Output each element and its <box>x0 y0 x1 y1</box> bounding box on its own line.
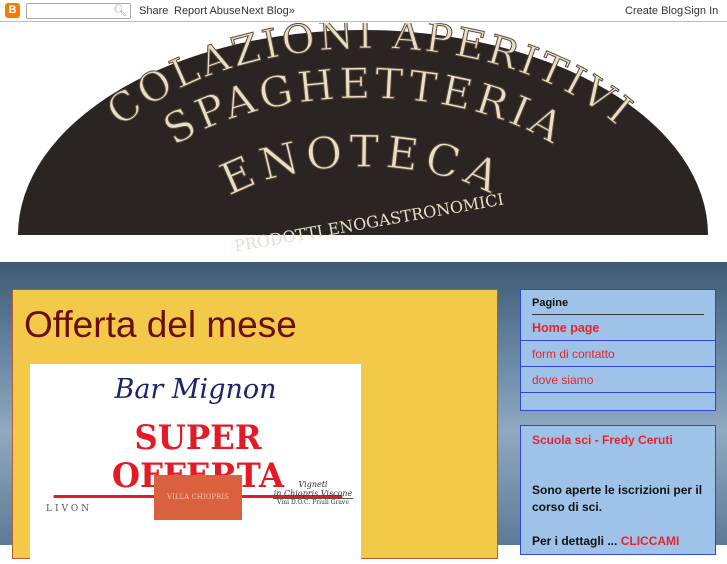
villa-chiopris-logo: VILLA CHIOPRIS <box>154 475 242 520</box>
search-icon[interactable]: 🔍︎ <box>113 4 127 17</box>
blogger-logo-icon[interactable]: B <box>5 3 20 18</box>
next-blog-link[interactable]: Next Blog» <box>241 5 295 17</box>
pages-widget: Pagine Home page form di contatto dove s… <box>520 289 716 411</box>
livon-logo: LIVON <box>46 504 93 514</box>
sign-in-link[interactable]: Sign In <box>684 5 718 17</box>
vigneti-line3: Vini D.O.C. Friuli Grave <box>277 499 349 506</box>
banner-logo: COLAZIONI APERITIVI SPAGHETTERIA ENOTECA… <box>18 11 708 256</box>
main-post: Offerta del mese Bar Mignon SUPER OFFERT… <box>12 289 498 564</box>
page-link-location[interactable]: dove siamo <box>521 367 715 393</box>
search-input[interactable]: 🔍︎ <box>26 3 131 19</box>
ski-details-link[interactable]: CLICCAMI <box>621 534 680 548</box>
page-link-contact[interactable]: form di contatto <box>521 341 715 367</box>
promo-brand: Bar Mignon <box>114 374 277 405</box>
page-link-home[interactable]: Home page <box>521 315 715 341</box>
ski-school-widget: Scuola sci - Fredy Ceruti Sono aperte le… <box>520 425 716 555</box>
share-link[interactable]: Share <box>139 5 168 17</box>
create-blog-link[interactable]: Create Blog <box>625 5 683 17</box>
pages-title: Pagine <box>532 297 704 315</box>
ski-text: Sono aperte le iscrizioni per il corso d… <box>532 483 703 514</box>
post-title: Offerta del mese <box>24 304 297 345</box>
vigneti-line2: in Chiopris Viscone <box>273 489 353 499</box>
vigneti-logo: Vigneti in Chiopris Viscone Vini D.O.C. … <box>273 480 353 506</box>
ski-details-label: Per i dettagli ... <box>532 534 618 548</box>
header-banner[interactable]: COLAZIONI APERITIVI SPAGHETTERIA ENOTECA… <box>0 11 727 262</box>
ski-title: Scuola sci - Fredy Ceruti <box>532 433 673 447</box>
promo-image[interactable]: Bar Mignon SUPER OFFERTA LIVON VILLA CHI… <box>30 364 361 564</box>
blogger-navbar: B 🔍︎ Share Report Abuse Next Blog» Creat… <box>0 0 727 22</box>
vigneti-line1: Vigneti <box>298 480 328 489</box>
report-abuse-link[interactable]: Report Abuse <box>174 5 241 17</box>
